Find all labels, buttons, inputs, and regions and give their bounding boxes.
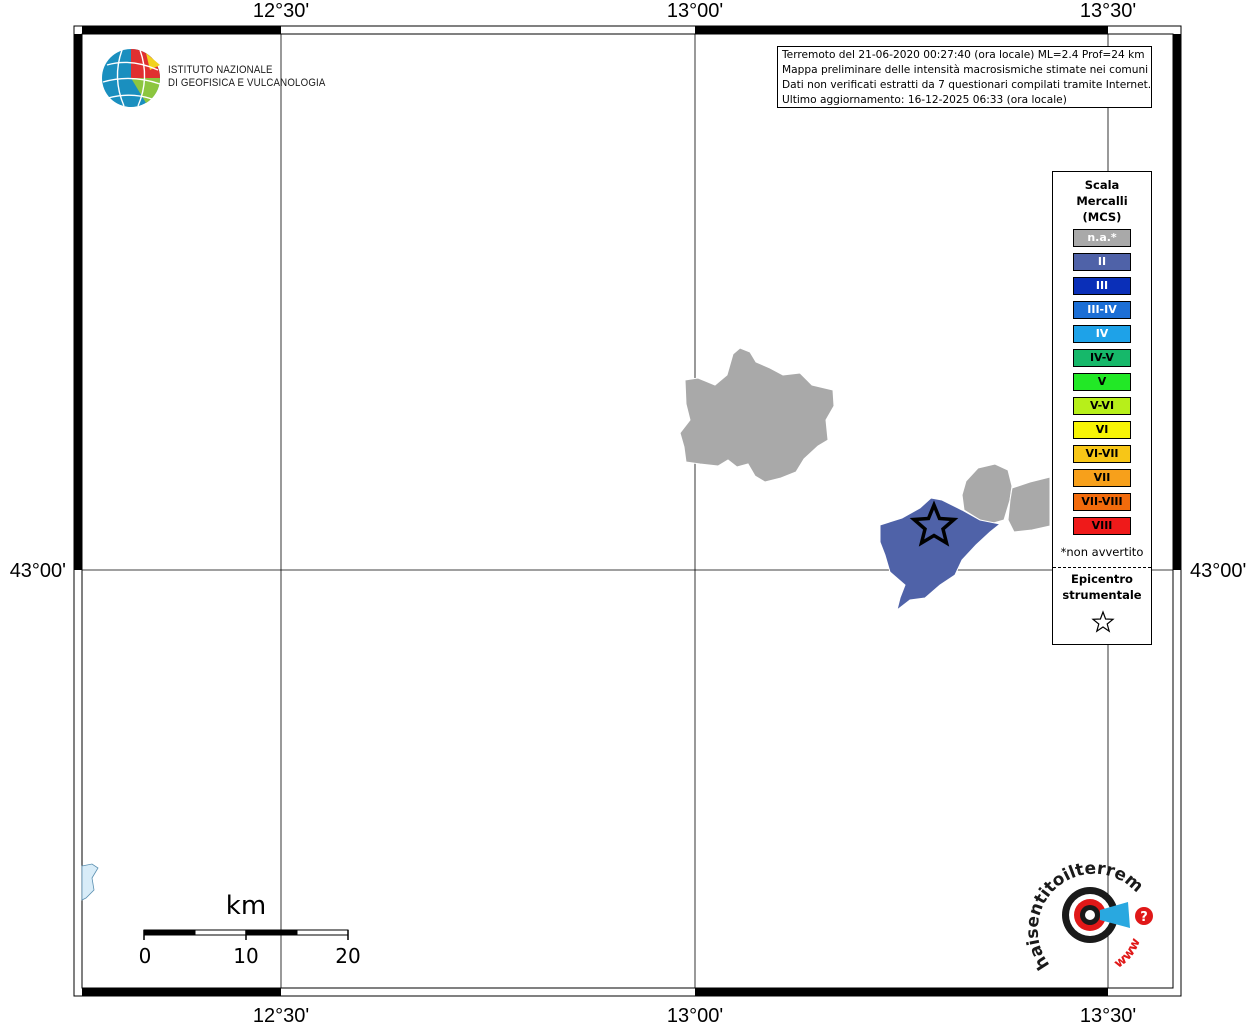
scale-segment <box>245 929 298 936</box>
svg-text:?: ? <box>1140 910 1148 925</box>
ingv-name: ISTITUTO NAZIONALE DI GEOFISICA E VULCAN… <box>168 64 326 90</box>
legend-title: Scala Mercalli (MCS) <box>1053 177 1151 225</box>
lon-label-bottom: 13°00' <box>667 1005 723 1024</box>
legend-swatch: VI-VII <box>1073 445 1131 463</box>
legend-swatch: VII <box>1073 469 1131 487</box>
ingv-globe-icon <box>102 49 161 107</box>
lon-label-top: 13°30' <box>1080 0 1136 22</box>
frame-band <box>74 34 82 570</box>
legend-swatch: VI <box>1073 421 1131 439</box>
legend-swatch: IV-V <box>1073 349 1131 367</box>
legend-swatch: V <box>1073 373 1131 391</box>
legend-swatch: VII-VIII <box>1073 493 1131 511</box>
frame-band <box>1173 34 1181 570</box>
lat-label-left: 43°00' <box>10 560 66 582</box>
frame-band <box>695 988 1108 996</box>
ingv-name-line: ISTITUTO NAZIONALE <box>168 64 273 76</box>
info-line: Mappa preliminare delle intensità macros… <box>782 64 1149 76</box>
scale-tick-label: 20 <box>335 944 360 968</box>
scale-segment <box>143 929 196 936</box>
legend-title-line: Scala <box>1084 178 1120 192</box>
legend-epi-line: strumentale <box>1062 588 1142 602</box>
event-info-box: Terremoto del 21-06-2020 00:27:40 (ora l… <box>777 46 1152 108</box>
info-line: Dati non verificati estratti da 7 questi… <box>782 79 1152 91</box>
frame-band <box>82 26 281 34</box>
lon-label-bottom: 13°30' <box>1080 1005 1136 1024</box>
ingv-name-line: DI GEOFISICA E VULCANOLOGIA <box>168 77 326 89</box>
legend-separator <box>1053 567 1151 568</box>
scale-segment <box>296 929 349 936</box>
legend-title-line: Mercalli <box>1076 194 1128 208</box>
scale-tick-label: 0 <box>139 944 152 968</box>
intensity-legend: Scala Mercalli (MCS) n.a.* II III III-IV IV I… <box>1052 171 1152 645</box>
info-line: Ultimo aggiornamento: 16-12-2025 06:33 (… <box>782 94 1067 106</box>
scale-unit: km <box>226 891 266 921</box>
legend-note: *non avvertito <box>1060 545 1144 559</box>
legend-swatch: IV <box>1073 325 1131 343</box>
lon-label-top: 12°30' <box>253 0 309 22</box>
info-line: Terremoto del 21-06-2020 00:27:40 (ora l… <box>782 49 1145 61</box>
legend-epi-line: Epicentro <box>1071 572 1133 586</box>
star-icon <box>1091 610 1115 633</box>
lat-label-right: 43°00' <box>1190 560 1246 582</box>
legend-swatch: III-IV <box>1073 301 1131 319</box>
legend-swatch: n.a.* <box>1073 229 1131 247</box>
scale-tick-label: 10 <box>233 944 258 968</box>
legend-swatch: VIII <box>1073 517 1131 535</box>
frame-band <box>82 988 281 996</box>
legend-epicenter-label: Epicentro strumentale <box>1053 571 1151 603</box>
lon-label-top: 13°00' <box>667 0 723 22</box>
legend-swatch: V-VI <box>1073 397 1131 415</box>
frame-band <box>695 26 1108 34</box>
lon-label-bottom: 12°30' <box>253 1005 309 1024</box>
scale-segment <box>194 929 247 936</box>
legend-swatch: II <box>1073 253 1131 271</box>
legend-swatch: III <box>1073 277 1131 295</box>
legend-title-line: (MCS) <box>1082 210 1122 224</box>
